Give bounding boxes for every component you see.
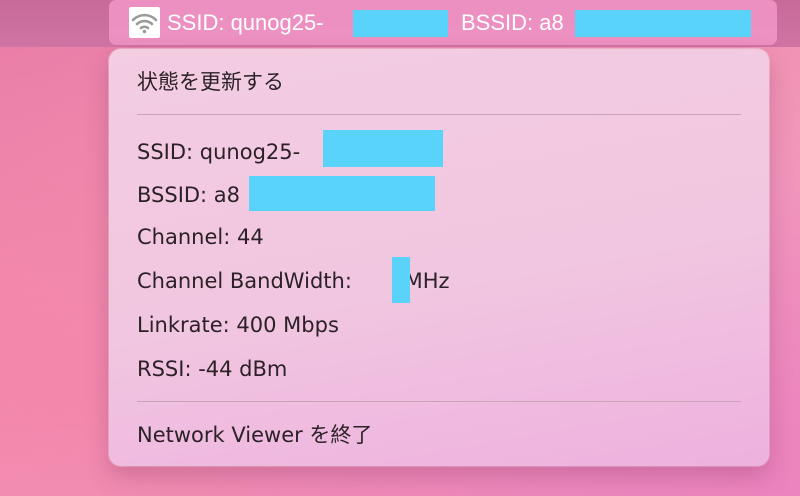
menu-bar: SSID: qunog25- BSSID: a8 [0, 0, 800, 47]
network-viewer-menu: 状態を更新する SSID: qunog25- BSSID: a8 Channel… [109, 49, 769, 466]
redacted-ssid-suffix [353, 10, 448, 37]
redacted-bssid [249, 176, 435, 211]
ssid-label: SSID: qunog25- [137, 140, 301, 164]
bandwidth-unit: MHz [404, 269, 450, 293]
network-viewer-status-item[interactable]: SSID: qunog25- BSSID: a8 [109, 0, 777, 45]
menubar-bssid: BSSID: a8 [461, 10, 564, 35]
rssi-item[interactable]: RSSI: -44 dBm [137, 354, 287, 384]
redacted-bssid-suffix [575, 10, 751, 37]
separator [137, 401, 741, 402]
redacted-bandwidth [392, 257, 410, 303]
linkrate-item[interactable]: Linkrate: 400 Mbps [137, 310, 339, 340]
menubar-ssid: SSID: qunog25- [167, 10, 324, 35]
refresh-status-item[interactable]: 状態を更新する [137, 67, 284, 97]
channel-item[interactable]: Channel: 44 [137, 222, 264, 252]
separator [137, 114, 741, 115]
wifi-icon [129, 7, 160, 38]
bssid-item[interactable]: BSSID: a8 [137, 180, 240, 210]
quit-item[interactable]: Network Viewer を終了 [137, 420, 372, 450]
bandwidth-label: Channel BandWidth: [137, 269, 352, 293]
bssid-label: BSSID: a8 [137, 183, 241, 207]
ssid-item[interactable]: SSID: qunog25- [137, 137, 300, 167]
redacted-ssid [323, 130, 443, 167]
